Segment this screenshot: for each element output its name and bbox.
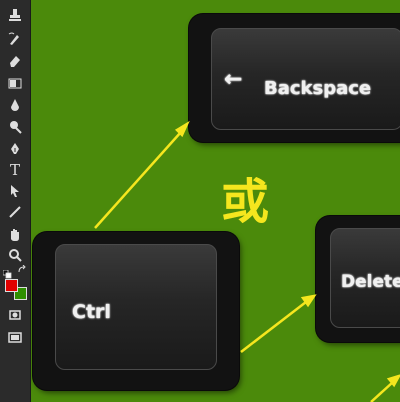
dodge-icon[interactable] (0, 118, 30, 136)
blur-icon[interactable] (0, 96, 30, 114)
swap-colors-icon[interactable] (17, 264, 27, 278)
foreground-color-swatch[interactable] (5, 279, 18, 292)
quick-mask-icon[interactable] (0, 306, 30, 324)
pen-icon[interactable] (0, 140, 30, 158)
default-colors-icon[interactable] (2, 266, 12, 279)
stamp-icon[interactable] (0, 6, 30, 24)
or-text: 或 (221, 174, 270, 230)
line-icon[interactable] (0, 203, 30, 221)
document-canvas[interactable]: ← Backspace Ctrl Delete 或 (31, 0, 400, 402)
history-brush-icon[interactable] (0, 30, 30, 48)
arrow-to-delete (240, 301, 307, 353)
arrow-partial-bottom (370, 381, 394, 402)
type-icon-glyph: T (9, 161, 20, 179)
screen-mode-icon[interactable] (0, 328, 30, 346)
arrows-layer (94, 120, 400, 402)
zoom-icon[interactable] (0, 246, 30, 264)
path-select-icon[interactable] (0, 182, 30, 200)
type-icon[interactable]: T (0, 161, 30, 179)
hand-icon[interactable] (0, 226, 30, 244)
eraser-icon[interactable] (0, 52, 30, 70)
gradient-icon[interactable] (0, 74, 30, 92)
tools-panel: T (0, 0, 31, 402)
arrow-to-backspace (94, 131, 182, 229)
